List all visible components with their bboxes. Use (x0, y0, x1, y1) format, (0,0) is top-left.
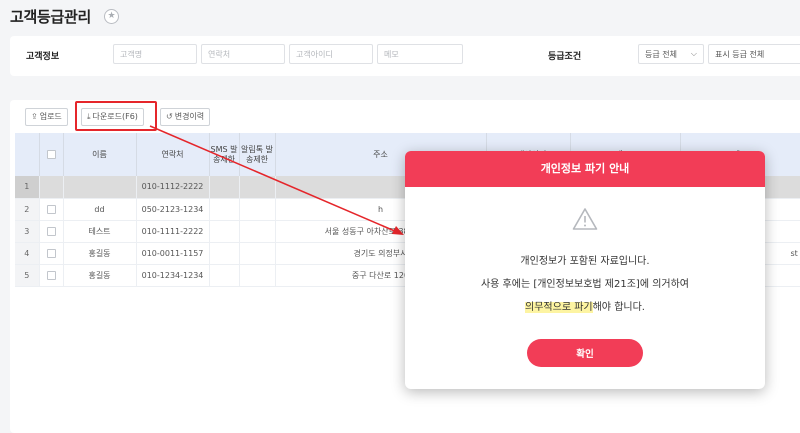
modal-line-3: 의무적으로 파기해야 합니다. (405, 296, 765, 319)
alimtalk-block-cell[interactable] (239, 242, 276, 265)
alimtalk-block-cell[interactable] (239, 264, 276, 287)
row-number: 3 (15, 220, 40, 243)
modal-line-1: 개인정보가 포함된 자료입니다. (520, 256, 650, 267)
sms-block-cell[interactable] (209, 198, 240, 221)
memo-input[interactable] (377, 44, 463, 64)
row-checkbox[interactable] (46, 270, 56, 280)
row-checkbox[interactable] (46, 226, 56, 236)
row-checkbox[interactable] (46, 204, 56, 214)
upload-button[interactable]: ⇪ 업로드 (25, 108, 68, 126)
alimtalk-block-cell[interactable] (239, 176, 276, 199)
sms-block-cell[interactable] (209, 220, 240, 243)
header-name[interactable]: 이름 (63, 133, 137, 176)
filter-panel: 고객정보 등급조건 등급 전체 ⌵ 표시 등급 전체 (10, 36, 800, 76)
row-number: 2 (15, 198, 40, 221)
name-cell[interactable] (63, 176, 137, 199)
row-checkbox-cell[interactable] (39, 176, 64, 199)
phone-cell[interactable]: 010-0011-1157 (136, 242, 210, 265)
name-cell[interactable]: 테스트 (63, 220, 137, 243)
display-grade-select[interactable]: 표시 등급 전체 (708, 44, 800, 64)
customer-info-label: 고객정보 (26, 52, 60, 62)
grade-select-value: 등급 전체 (645, 50, 677, 59)
change-history-button[interactable]: ↺ 변경이력 (160, 108, 211, 126)
customer-name-input[interactable] (113, 44, 197, 64)
display-grade-select-value: 표시 등급 전체 (715, 50, 765, 59)
header-rownum (15, 133, 40, 176)
sms-block-cell[interactable] (209, 264, 240, 287)
modal-highlight-text: 의무적으로 파기 (525, 302, 593, 313)
sms-block-cell[interactable] (209, 176, 240, 199)
sms-block-cell[interactable] (209, 242, 240, 265)
favorite-star-icon[interactable]: ★ (104, 9, 119, 24)
row-number: 5 (15, 264, 40, 287)
warning-icon (572, 208, 598, 230)
customer-id-input[interactable] (289, 44, 373, 64)
header-alimtalk-block[interactable]: 알림톡 발송제한 (239, 133, 276, 176)
chevron-down-icon: ⌵ (690, 49, 697, 58)
page-header: 고객등급관리 ★ (0, 0, 800, 34)
select-all-checkbox[interactable] (46, 149, 56, 159)
row-checkbox[interactable] (46, 248, 56, 258)
header-sms-block[interactable]: SMS 발송제한 (209, 133, 240, 176)
row-checkbox-cell[interactable] (39, 220, 64, 243)
row-number: 4 (15, 242, 40, 265)
upload-icon: ⇪ (31, 112, 38, 121)
upload-label: 업로드 (39, 112, 62, 121)
row-checkbox-cell[interactable] (39, 264, 64, 287)
row-number: 1 (15, 176, 40, 199)
modal-line-3-rest: 해야 합니다. (592, 302, 645, 313)
phone-cell[interactable]: 010-1111-2222 (136, 220, 210, 243)
name-cell[interactable]: dd (63, 198, 137, 221)
row-checkbox-cell[interactable] (39, 198, 64, 221)
grade-condition-label: 등급조건 (548, 52, 582, 62)
download-highlight-annotation (75, 101, 157, 131)
phone-cell[interactable]: 010-1234-1234 (136, 264, 210, 287)
modal-line-2: 사용 후에는 [개인정보보호법 제21조]에 의거하여 (480, 279, 690, 290)
grade-select[interactable]: 등급 전체 ⌵ (638, 44, 704, 64)
modal-message: 개인정보가 포함된 자료입니다. 사용 후에는 [개인정보보호법 제21조]에 … (405, 250, 765, 319)
row-checkbox-cell[interactable] (39, 242, 64, 265)
name-cell[interactable]: 홍길동 (63, 242, 137, 265)
phone-cell[interactable]: 010-1112-2222 (136, 176, 210, 199)
alimtalk-block-cell[interactable] (239, 198, 276, 221)
name-cell[interactable]: 홍길동 (63, 264, 137, 287)
privacy-destruction-modal: 개인정보 파기 안내 개인정보가 포함된 자료입니다. 사용 후에는 [개인정보… (405, 151, 765, 389)
page-title: 고객등급관리 (10, 8, 92, 26)
history-label: 변경이력 (174, 112, 205, 121)
phone-cell[interactable]: 050-2123-1234 (136, 198, 210, 221)
confirm-button[interactable]: 확인 (527, 339, 643, 367)
header-phone[interactable]: 연락처 (136, 133, 210, 176)
header-select-all[interactable] (39, 133, 64, 176)
alimtalk-block-cell[interactable] (239, 220, 276, 243)
modal-title: 개인정보 파기 안내 (405, 151, 765, 187)
phone-input[interactable] (201, 44, 285, 64)
history-icon: ↺ (166, 112, 173, 121)
